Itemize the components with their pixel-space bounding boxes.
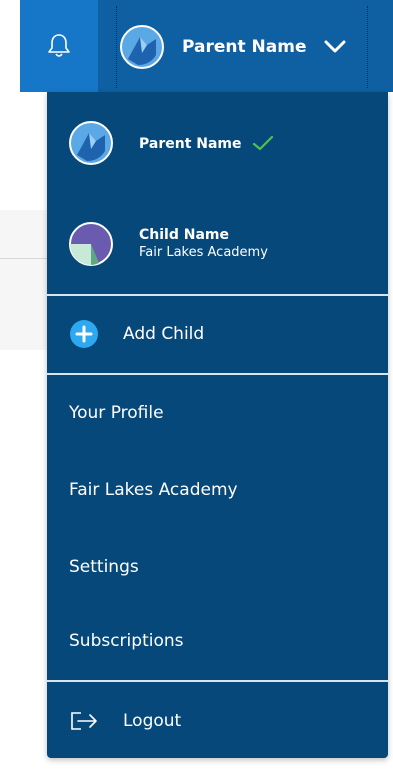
logout-icon <box>71 712 97 730</box>
menu-link-your-profile[interactable]: Your Profile <box>69 400 369 426</box>
add-child-button[interactable]: Add Child <box>47 314 388 354</box>
menu-link-subscriptions[interactable]: Subscriptions <box>69 628 369 654</box>
notifications-button[interactable] <box>20 0 98 92</box>
current-user-name: Parent Name <box>182 37 307 57</box>
bell-icon <box>48 34 70 57</box>
add-child-label: Add Child <box>123 324 205 344</box>
account-dropdown-menu: Parent Name Child Name Fair Lakes Academ… <box>47 92 388 758</box>
menu-divider <box>47 294 388 296</box>
page-divider <box>0 258 50 259</box>
account-item-parent[interactable]: Parent Name <box>47 120 388 166</box>
menu-divider <box>47 680 388 682</box>
parent-avatar-icon <box>69 121 113 165</box>
child-avatar-icon <box>69 222 113 266</box>
account-text: Child Name Fair Lakes Academy <box>139 226 268 262</box>
top-bar: Parent Name <box>0 0 393 92</box>
chevron-down-icon <box>324 40 346 53</box>
account-menu-toggle[interactable]: Parent Name <box>116 6 368 88</box>
account-item-child[interactable]: Child Name Fair Lakes Academy <box>47 219 388 269</box>
account-name: Child Name <box>139 227 229 243</box>
parent-avatar <box>120 25 164 69</box>
topbar-left-gap <box>0 0 20 92</box>
plus-circle-icon <box>70 320 98 348</box>
menu-link-school[interactable]: Fair Lakes Academy <box>69 477 369 503</box>
logout-label: Logout <box>123 711 182 731</box>
page-background-panel <box>0 210 48 350</box>
check-icon <box>252 135 273 151</box>
account-text: Parent Name <box>139 133 242 153</box>
menu-link-settings[interactable]: Settings <box>69 554 369 580</box>
account-name: Parent Name <box>139 136 242 152</box>
menu-divider <box>47 373 388 375</box>
account-school: Fair Lakes Academy <box>139 245 268 260</box>
logout-button[interactable]: Logout <box>47 706 388 736</box>
